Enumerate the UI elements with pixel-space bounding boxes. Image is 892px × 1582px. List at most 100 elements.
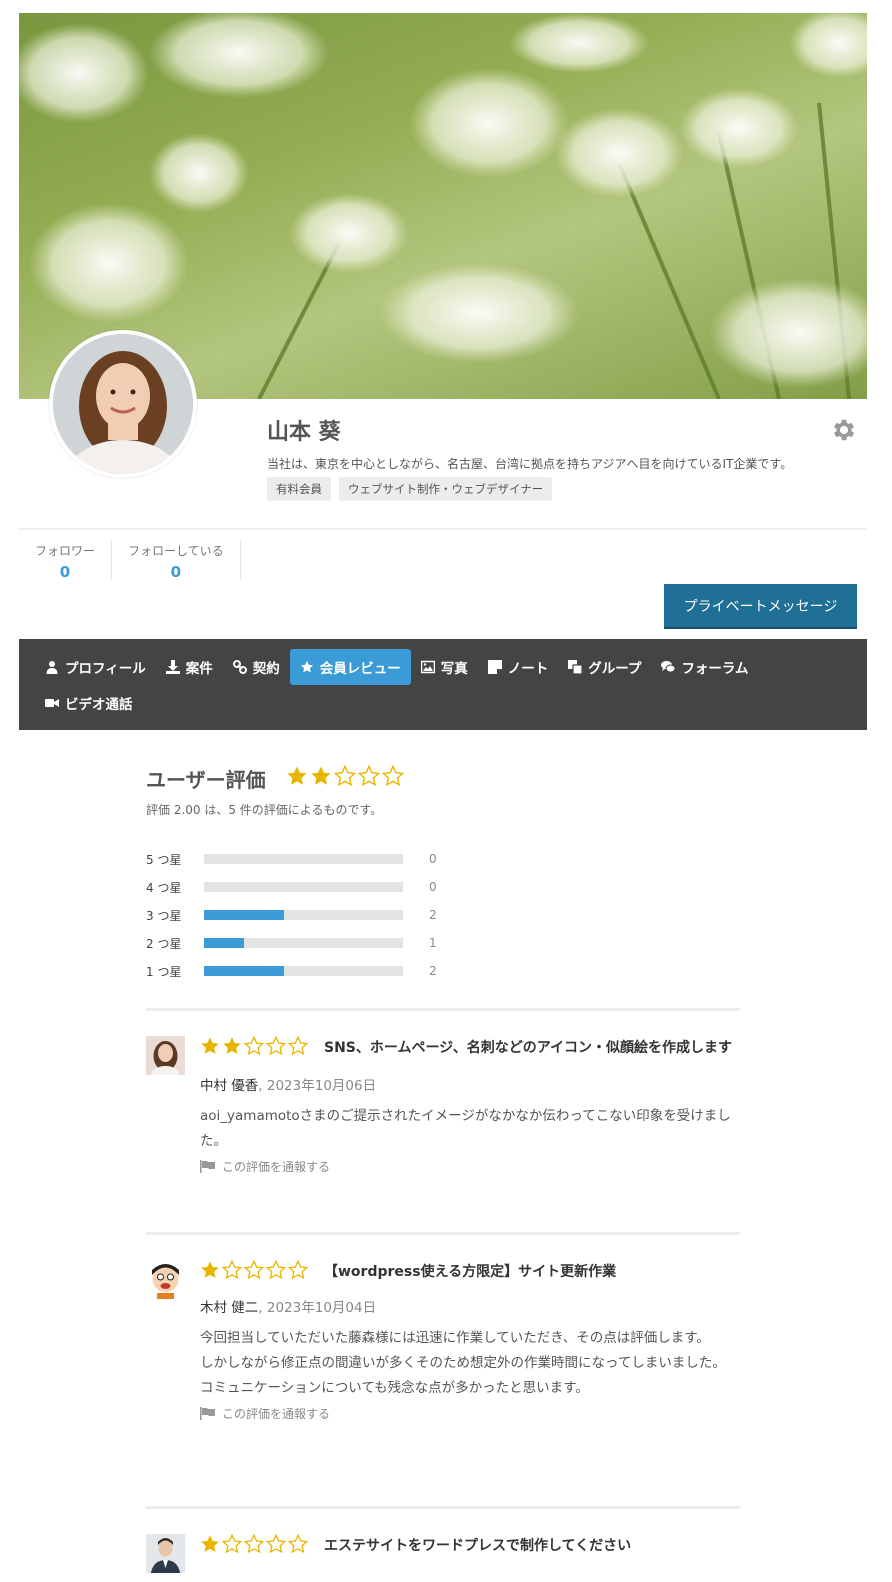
user-icon [46, 661, 58, 674]
flag-icon [200, 1160, 215, 1173]
star-filled-icon [286, 766, 307, 785]
profile-nav: プロフィール 案件 契約 会員レビュー 写真 ノート グループ フォーラム ビデ… [19, 639, 867, 730]
note-icon [487, 660, 502, 674]
followers-stat[interactable]: フォロワー 0 [19, 540, 113, 581]
following-label: フォローしている [128, 544, 224, 558]
tab-label: 会員レビュー [319, 661, 401, 677]
review-text-line: しかしながら修正点の間違いが多くそのため想定外の作業時間になってしまいました。 [200, 1355, 726, 1371]
tab-notes[interactable]: ノート [478, 649, 559, 685]
rating-row-count: 0 [429, 852, 437, 866]
reviewer-name[interactable]: 中村 優香 [200, 1078, 258, 1094]
rating-row-label: 4 つ星 [146, 880, 182, 895]
follow-stats: フォロワー 0 フォローしている 0 [19, 540, 241, 581]
rating-row-label: 2 つ星 [146, 936, 182, 951]
tab-video-call[interactable]: ビデオ通話 [35, 685, 143, 721]
tab-label: グループ [588, 661, 642, 677]
tab-label: 写真 [440, 661, 468, 677]
star-empty-icon [265, 1533, 287, 1554]
gear-icon[interactable] [830, 416, 858, 444]
rating-row-count: 1 [429, 936, 437, 950]
star-empty-icon [243, 1533, 265, 1554]
review-text-line: コミュニケーションについても残念な点が多かったと思います。 [200, 1380, 589, 1396]
link-icon [232, 660, 247, 674]
report-review-link[interactable]: この評価を通報する [200, 1405, 740, 1422]
private-message-button[interactable]: プライベートメッセージ [664, 584, 857, 629]
star-empty-icon [333, 764, 356, 787]
reviewer-avatar[interactable] [146, 1534, 185, 1573]
reviewer-avatar[interactable] [146, 1260, 185, 1299]
rating-bar [204, 910, 403, 920]
followers-label: フォロワー [35, 544, 96, 558]
following-stat[interactable]: フォローしている 0 [112, 540, 241, 581]
review-text: 今回担当していただいた藤森様には迅速に作業していただき、その点は評価します。 し… [200, 1326, 740, 1401]
comments-icon [661, 661, 676, 673]
tab-photos[interactable]: 写真 [411, 649, 478, 685]
reviewer-avatar[interactable] [146, 1036, 185, 1075]
report-review-link[interactable]: この評価を通報する [200, 1158, 740, 1175]
rating-bar [204, 966, 403, 976]
section-divider [146, 1232, 740, 1235]
star-empty-icon [243, 1035, 265, 1056]
review-title[interactable]: SNS、ホームページ、名刺などのアイコン・似顔絵を作成します [324, 1040, 732, 1056]
star-filled-icon [201, 1261, 219, 1278]
rating-row-4: 4 つ星 0 [146, 873, 437, 901]
star-empty-icon [265, 1035, 287, 1056]
rating-row-label: 3 つ星 [146, 908, 182, 923]
rating-title: ユーザー評価 [146, 768, 266, 792]
review-text: aoi_yamamotoさまのご提示されたイメージがなかなか伝わってこない印象を… [200, 1108, 731, 1149]
member-type-tag: 有料会員 [267, 477, 331, 501]
tab-contracts[interactable]: 契約 [223, 649, 290, 685]
image-icon [420, 660, 435, 674]
rating-bar-fill [204, 910, 284, 920]
rating-row-5: 5 つ星 0 [146, 845, 437, 873]
flag-icon [200, 1407, 215, 1420]
review-date: , 2023年10月04日 [258, 1300, 377, 1316]
review-stars [200, 1035, 310, 1064]
video-icon [45, 699, 59, 707]
rating-row-count: 2 [429, 964, 437, 978]
star-empty-icon [287, 1259, 309, 1280]
tab-member-reviews[interactable]: 会員レビュー [289, 649, 411, 685]
rating-bar-fill [204, 938, 244, 948]
profile-avatar[interactable] [49, 330, 197, 478]
report-review-label: この評価を通報する [222, 1407, 331, 1421]
rating-row-label: 1 つ星 [146, 964, 182, 979]
profession-tag: ウェブサイト制作・ウェブデザイナー [339, 477, 553, 501]
star-empty-icon [243, 1259, 265, 1280]
tab-projects[interactable]: 案件 [156, 649, 223, 685]
rating-summary-text: 評価 2.00 は、5 件の評価によるものです。 [146, 803, 383, 817]
review-title[interactable]: 【wordpress使える方限定】サイト更新作業 [324, 1264, 616, 1280]
profile-tags: 有料会員 ウェブサイト制作・ウェブデザイナー [267, 477, 553, 501]
rating-row-3: 3 つ星 2 [146, 901, 437, 929]
rating-bar [204, 882, 403, 892]
tab-label: ビデオ通話 [65, 697, 133, 713]
review-title[interactable]: エステサイトをワードプレスで制作してください [324, 1538, 631, 1554]
report-review-label: この評価を通報する [222, 1160, 331, 1174]
review-stars [200, 1533, 310, 1562]
tab-label: ノート [507, 661, 549, 677]
profile-name: 山本 葵 [267, 420, 341, 445]
section-divider [146, 1506, 740, 1509]
star-empty-icon [381, 764, 404, 787]
star-empty-icon [221, 1259, 243, 1280]
rating-stars [286, 764, 406, 792]
user-rating-summary: ユーザー評価 評価 2.00 は、5 件の評価によるものです。 [146, 764, 740, 818]
following-count: 0 [170, 563, 182, 581]
reviewer-name[interactable]: 木村 健二 [200, 1300, 258, 1316]
review-text-line: 今回担当していただいた藤森様には迅速に作業していただき、その点は評価します。 [200, 1330, 710, 1346]
section-divider [146, 1008, 740, 1011]
tab-groups[interactable]: グループ [558, 649, 651, 685]
star-empty-icon [287, 1035, 309, 1056]
rating-row-count: 0 [429, 880, 437, 894]
rating-row-2: 2 つ星 1 [146, 929, 437, 957]
rating-row-count: 2 [429, 908, 437, 922]
rating-bar [204, 854, 403, 864]
profile-divider [19, 528, 867, 530]
rating-row-label: 5 つ星 [146, 852, 182, 867]
tab-label: 契約 [252, 661, 280, 677]
tab-profile[interactable]: プロフィール [35, 649, 156, 685]
rating-bar [204, 938, 403, 948]
tab-forum[interactable]: フォーラム [651, 649, 758, 685]
star-empty-icon [221, 1533, 243, 1554]
copy-icon [568, 660, 583, 674]
